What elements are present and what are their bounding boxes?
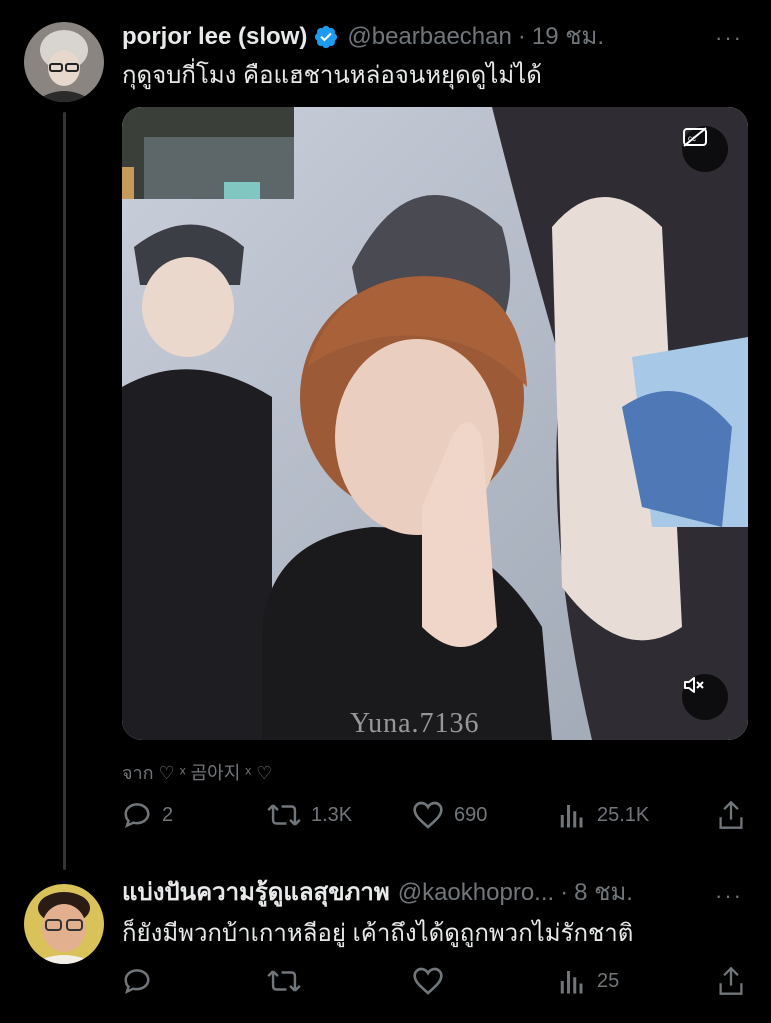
reply-count: 2 (162, 803, 174, 826)
share-button[interactable] (717, 966, 745, 996)
tweet-header: porjor lee (slow) @bearbaechan · 19 ชม. (122, 22, 604, 52)
like-button[interactable] (412, 966, 454, 996)
volume-muted-icon[interactable] (682, 674, 728, 720)
retweet-count: 1.3K (311, 803, 353, 826)
views-button[interactable]: 25.1K (557, 800, 649, 830)
avatar[interactable] (24, 884, 104, 964)
separator-dot: · (517, 23, 526, 50)
views-chart-icon (560, 971, 583, 994)
tweet-header: แบ่งปันความรู้ดูแลสุขภาพ @kaokhopro... ·… (122, 878, 633, 908)
retweet-icon (267, 970, 301, 992)
more-options-icon[interactable]: ··· (715, 885, 743, 907)
separator-dot: · (560, 879, 569, 906)
timestamp[interactable]: 8 ชม. (574, 878, 633, 908)
display-name[interactable]: แบ่งปันความรู้ดูแลสุขภาพ (122, 878, 390, 908)
reply-icon (124, 803, 150, 828)
video-source-attribution[interactable]: จาก ♡ ˣ 곰아지 ˣ ♡ (122, 758, 272, 787)
timestamp[interactable]: 19 ชม. (532, 22, 604, 52)
reply-button[interactable] (122, 966, 162, 996)
retweet-icon (267, 804, 301, 826)
share-icon (719, 800, 743, 829)
handle[interactable]: @kaokhopro... (398, 878, 554, 908)
reply-button[interactable]: 2 (122, 800, 173, 830)
tweet-video[interactable]: cc (122, 107, 748, 740)
media-watermark: Yuna.7136 (350, 708, 480, 739)
views-button[interactable]: 25 (557, 966, 619, 996)
views-count: 25 (597, 969, 620, 992)
views-count: 25.1K (597, 803, 650, 826)
action-bar: 25 (122, 966, 752, 1002)
like-button[interactable]: 690 (412, 800, 487, 830)
retweet-button[interactable] (267, 966, 311, 996)
avatar[interactable] (24, 22, 104, 102)
action-bar: 2 1.3K 690 25.1K (122, 800, 752, 836)
heart-icon (413, 801, 443, 829)
handle[interactable]: @bearbaechan (347, 22, 511, 52)
share-icon (719, 966, 743, 995)
display-name[interactable]: porjor lee (slow) (122, 22, 307, 52)
verified-badge-icon (313, 24, 339, 50)
reply-icon (124, 969, 150, 994)
like-count: 690 (454, 803, 488, 826)
more-options-icon[interactable]: ··· (715, 27, 743, 49)
tweet-text: ก็ยังมีพวกบ้าเกาหลีอยู่ เค้าถึงได้ดูถูกพ… (122, 920, 634, 947)
tweet-text: กุดูจบกี่โมง คือแฮชานหล่อจนหยุดดูไม่ได้ (122, 62, 542, 89)
captions-off-icon[interactable]: cc (682, 126, 728, 172)
share-button[interactable] (717, 800, 745, 830)
heart-icon (413, 967, 443, 995)
retweet-button[interactable]: 1.3K (267, 800, 352, 830)
thread-line (63, 112, 66, 870)
views-chart-icon (560, 805, 583, 828)
